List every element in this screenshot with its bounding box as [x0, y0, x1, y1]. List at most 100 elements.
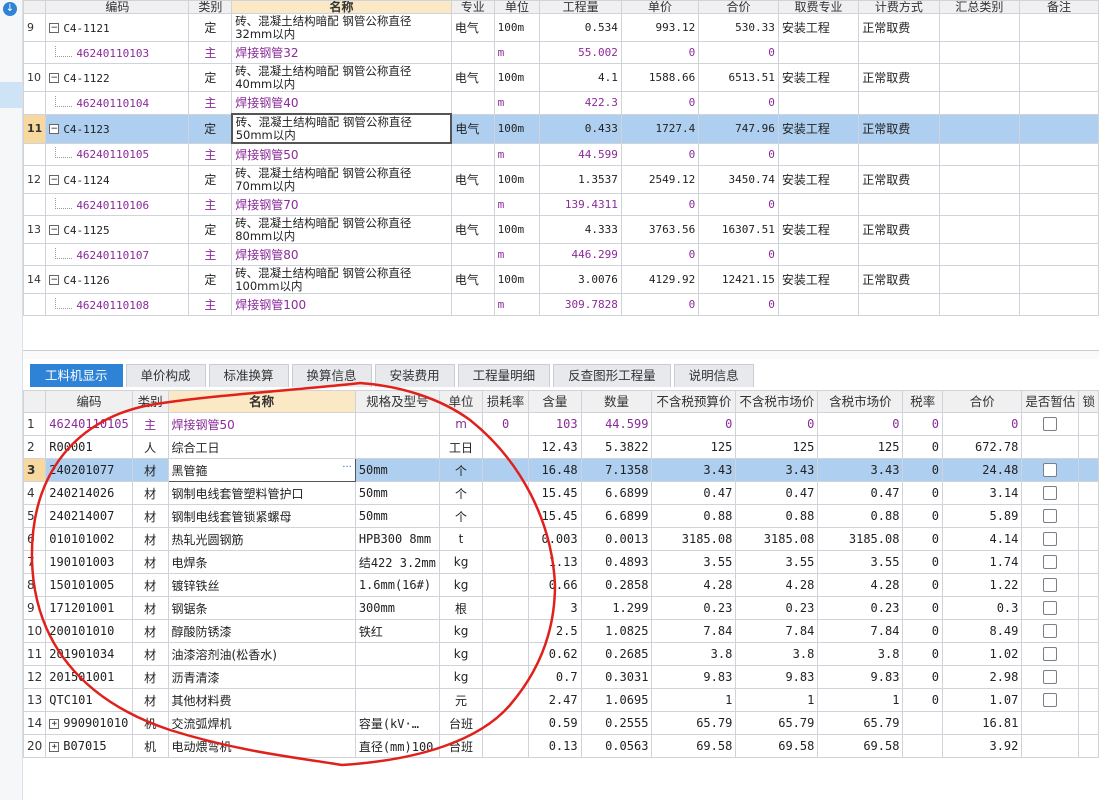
budget-price-cell[interactable]: 0.23	[651, 596, 737, 620]
tax-market-price-cell[interactable]: 0.23	[817, 596, 904, 620]
market-price-cell[interactable]: 65.79	[735, 711, 819, 735]
content-cell[interactable]: 0.003	[528, 527, 582, 551]
tax-rate-cell[interactable]: 0	[902, 481, 944, 505]
budget-price-cell[interactable]: 0.88	[651, 504, 737, 528]
budget-price-cell[interactable]: 3185.08	[651, 527, 737, 551]
quantity-cell[interactable]: 0.433	[539, 113, 622, 144]
tax-rate-cell[interactable]: 0	[902, 573, 944, 597]
resource-code-cell[interactable]: 46240110105	[45, 412, 133, 436]
budget-price-cell[interactable]: 4.28	[651, 573, 737, 597]
tax-market-price-cell[interactable]: 7.84	[817, 619, 904, 643]
budget-price-cell[interactable]: 3.8	[651, 642, 737, 666]
column-header[interactable]: 取费专业	[777, 0, 860, 14]
tax-market-price-cell[interactable]: 9.83	[817, 665, 904, 689]
resource-row[interactable]: 10 200101010 材醇酸防锈漆 铁红 kg 2.5 1.0825 7.84 7.84 7.…	[22, 619, 1099, 643]
material-subrow[interactable]: 46240110106 主焊接钢管70 m 139.4311 0 0	[22, 193, 1099, 216]
budget-price-cell[interactable]: 3.55	[651, 550, 737, 574]
tax-rate-cell[interactable]: 0	[902, 435, 944, 459]
resource-code-cell[interactable]: +990901010	[45, 711, 133, 735]
column-header[interactable]: 汇总类别	[938, 0, 1021, 14]
name-cell[interactable]: 醇酸防锈漆	[167, 619, 356, 643]
quota-row[interactable]: 10− C4-1122 定砖、混凝土结构暗配 钢管公称直径40mm以内 电气 100m 4…	[22, 63, 1099, 92]
budget-price-cell[interactable]: 0.47	[651, 481, 737, 505]
tax-market-price-cell[interactable]: 3.8	[817, 642, 904, 666]
name-cell[interactable]: 砖、混凝土结构暗配 钢管公称直径32mm以内	[231, 13, 452, 42]
tax-market-price-cell[interactable]: 125	[817, 435, 904, 459]
name-cell[interactable]: 焊接钢管50	[167, 412, 356, 436]
tax-rate-cell[interactable]: 0	[902, 527, 944, 551]
resource-row[interactable]: 4 240214026 材钢制电线套管塑料管护口 50mm 个 15.45 6.6899 0.…	[22, 481, 1099, 505]
collapse-icon[interactable]: −	[49, 175, 60, 185]
budget-price-cell[interactable]: 9.83	[651, 665, 737, 689]
tax-rate-cell[interactable]	[902, 711, 944, 735]
collapse-icon[interactable]: −	[49, 225, 60, 235]
resource-code-cell[interactable]: R00001	[45, 435, 133, 459]
tab-5[interactable]: 安装费用	[374, 364, 455, 387]
name-cell[interactable]: 镀锌铁丝	[167, 573, 356, 597]
column-header[interactable]: 合价	[698, 0, 779, 14]
estimate-checkbox[interactable]	[1043, 601, 1058, 616]
tax-rate-cell[interactable]	[902, 734, 944, 758]
column-header[interactable]: 不含税市场价	[735, 390, 819, 413]
splitter[interactable]	[23, 350, 1099, 359]
column-header[interactable]: 类别	[188, 0, 233, 14]
column-header[interactable]	[22, 0, 47, 14]
market-price-cell[interactable]: 125	[735, 435, 819, 459]
collapse-icon[interactable]: −	[49, 23, 60, 33]
tab-4[interactable]: 换算信息	[291, 364, 372, 387]
budget-price-cell[interactable]: 69.58	[651, 734, 737, 758]
content-cell[interactable]: 103	[528, 412, 582, 436]
tax-market-price-cell[interactable]: 3185.08	[817, 527, 904, 551]
tax-rate-cell[interactable]: 0	[902, 665, 944, 689]
name-cell[interactable]: ··· 黑管箍	[167, 458, 356, 482]
resource-row[interactable]: 6 010101002 材热轧光圆钢筋 HPB300 8mm t 0.003 0.0013 3…	[22, 527, 1099, 551]
content-cell[interactable]: 0.59	[528, 711, 582, 735]
column-header[interactable]: 规格及型号	[354, 390, 440, 413]
material-subrow[interactable]: 46240110103 主焊接钢管32 m 55.002 0 0	[22, 41, 1099, 64]
market-price-cell[interactable]: 7.84	[735, 619, 819, 643]
column-header[interactable]: 数量	[580, 390, 653, 413]
name-cell[interactable]: 钢制电线套管塑料管护口	[167, 481, 356, 505]
quantity-cell[interactable]: 4.333	[539, 215, 622, 244]
content-cell[interactable]: 15.45	[528, 504, 582, 528]
collapse-icon[interactable]: −	[49, 124, 60, 134]
name-cell[interactable]: 砖、混凝土结构暗配 钢管公称直径80mm以内	[231, 215, 452, 244]
column-header[interactable]: 类别	[131, 390, 169, 413]
content-cell[interactable]: 15.45	[528, 481, 582, 505]
quota-code-cell[interactable]: − C4-1124	[45, 165, 190, 194]
content-cell[interactable]: 0.7	[528, 665, 582, 689]
expand-icon[interactable]: +	[49, 741, 60, 752]
resource-row[interactable]: 20 + B07015 机电动煨弯机 直径(mm)100 台班 0.13 0.0563 69.5…	[22, 734, 1099, 758]
market-price-cell[interactable]: 0	[735, 412, 819, 436]
quantity-cell[interactable]: 1.3537	[539, 165, 622, 194]
estimate-checkbox[interactable]	[1043, 463, 1058, 478]
material-subrow[interactable]: 46240110104 主焊接钢管40 m 422.3 0 0	[22, 91, 1099, 115]
column-header[interactable]	[22, 390, 47, 413]
resource-row[interactable]: 3 240201077 材 ··· 黑管箍 50mm 个 16.48 7.1358 3.43 3.4…	[22, 458, 1099, 482]
tax-market-price-cell[interactable]: 4.28	[817, 573, 904, 597]
content-cell[interactable]: 16.48	[528, 458, 582, 482]
resource-row[interactable]: 13 QTC101 材其他材料费元 2.47 1.0695 1 1 1 0 1.07	[22, 688, 1099, 712]
name-cell[interactable]: 沥青清漆	[167, 665, 356, 689]
budget-price-cell[interactable]: 3.43	[651, 458, 737, 482]
resource-row[interactable]: 11 201901034 材油漆溶剂油(松香水) kg 0.62 0.2685 3.8 3.8…	[22, 642, 1099, 666]
market-price-cell[interactable]: 69.58	[735, 734, 819, 758]
name-cell[interactable]: 油漆溶剂油(松香水)	[167, 642, 356, 666]
estimate-checkbox[interactable]	[1043, 555, 1058, 570]
market-price-cell[interactable]: 0.23	[735, 596, 819, 620]
estimate-checkbox[interactable]	[1043, 670, 1058, 685]
estimate-checkbox[interactable]	[1043, 578, 1058, 593]
market-price-cell[interactable]: 9.83	[735, 665, 819, 689]
resource-code-cell[interactable]: 201901034	[45, 642, 133, 666]
column-header[interactable]: 单价	[620, 0, 700, 14]
expand-icon[interactable]: +	[49, 718, 60, 729]
resource-row[interactable]: 8 150101005 材镀锌铁丝 1.6mm(16#) kg 0.66 0.2858 4.2…	[22, 573, 1099, 597]
resource-row[interactable]: 12 201501001 材沥青清漆 kg 0.7 0.3031 9.83 9.83 9.83 0…	[22, 665, 1099, 689]
tab-1[interactable]: 工料机显示	[30, 364, 123, 387]
tax-market-price-cell[interactable]: 3.43	[817, 458, 904, 482]
estimate-checkbox[interactable]	[1043, 417, 1058, 432]
estimate-checkbox[interactable]	[1043, 624, 1058, 639]
content-cell[interactable]: 0.62	[528, 642, 582, 666]
download-icon[interactable]: ↓	[3, 2, 17, 16]
column-header[interactable]: 是否暂估	[1021, 390, 1080, 413]
